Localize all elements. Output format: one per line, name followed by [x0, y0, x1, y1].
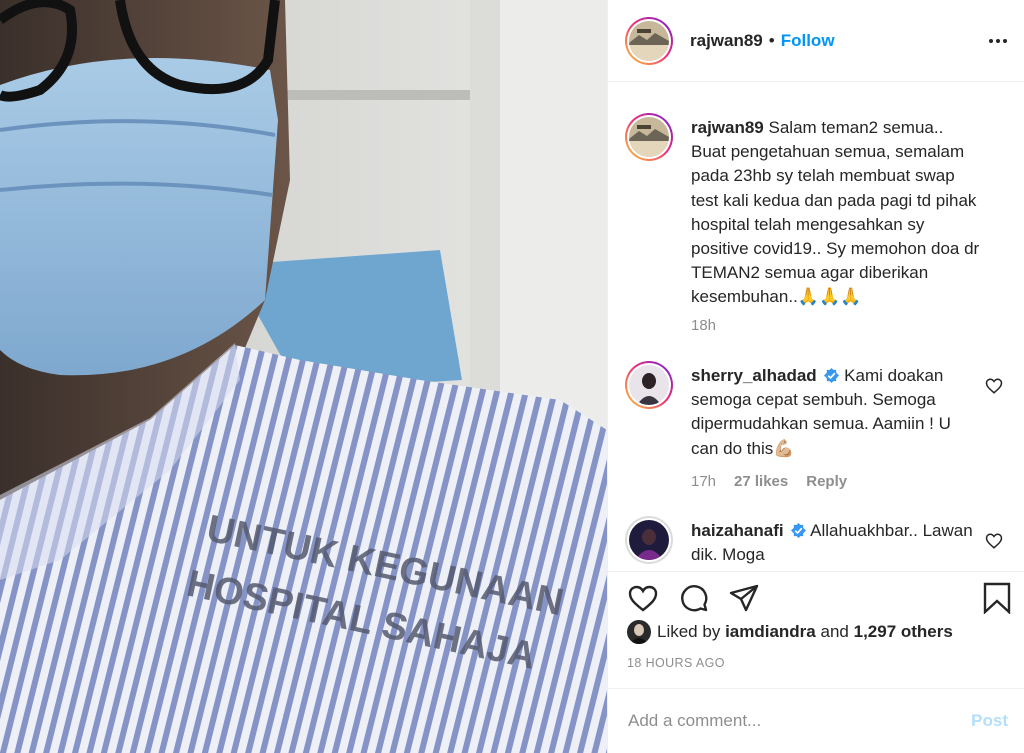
caption-text: Salam teman2 semua.. Buat pengetahuan se…	[691, 118, 980, 307]
verified-badge-icon	[791, 523, 807, 538]
likes-summary: Liked by iamdiandra and 1,297 others	[627, 620, 953, 644]
liker-avatar[interactable]	[627, 620, 651, 644]
caption-avatar[interactable]	[625, 113, 673, 161]
heart-icon[interactable]	[627, 582, 659, 614]
comment-meta: 17h 27 likes Reply	[691, 473, 847, 490]
likes-others[interactable]: 1,297 others	[854, 622, 953, 642]
post-actions	[608, 571, 1024, 621]
comment-like-heart-icon[interactable]	[985, 377, 1003, 395]
bookmark-icon[interactable]	[981, 582, 1013, 614]
comment-avatar-image	[629, 365, 669, 405]
comment-avatar[interactable]	[625, 516, 673, 564]
author-avatar[interactable]	[625, 16, 673, 65]
liker-username[interactable]: iamdiandra	[725, 622, 816, 642]
comment-body: haizahanafi Allahuakhbar.. Lawan dik. Mo…	[691, 519, 981, 567]
verified-badge-icon	[824, 368, 840, 383]
caption-time[interactable]: 18h	[691, 317, 716, 334]
caption-body: rajwan89 Salam teman2 semua.. Buat penge…	[691, 116, 981, 310]
comment-avatar-image	[629, 520, 669, 560]
reply-button[interactable]: Reply	[806, 473, 847, 490]
comments-list[interactable]: rajwan89 Salam teman2 semua.. Buat penge…	[608, 83, 1024, 571]
paper-plane-icon[interactable]	[728, 582, 760, 614]
comment-username[interactable]: sherry_alhadad	[691, 366, 817, 385]
comment-likes[interactable]: 27 likes	[734, 473, 788, 490]
author-avatar-image	[629, 20, 669, 61]
comment-time[interactable]: 17h	[691, 473, 716, 490]
add-comment-bar: Post	[608, 688, 1024, 753]
follow-button[interactable]: Follow	[781, 31, 835, 51]
comment-like-heart-icon[interactable]	[985, 532, 1003, 550]
comment-body: sherry_alhadad Kami doakan semoga cepat …	[691, 364, 981, 461]
post-timestamp[interactable]: 18 HOURS AGO	[627, 656, 725, 670]
comment-input[interactable]	[628, 711, 972, 731]
caption-avatar-image	[629, 117, 669, 157]
comment-avatar[interactable]	[625, 361, 673, 409]
comment-username[interactable]: haizahanafi	[691, 521, 784, 540]
post-comment-button[interactable]: Post	[971, 711, 1008, 731]
comment-icon[interactable]	[678, 582, 710, 614]
author-username[interactable]: rajwan89	[690, 31, 763, 51]
post-photo[interactable]: UNTUK KEGUNAAN HOSPITAL SAHAJA	[0, 0, 607, 753]
header-separator: •	[768, 30, 775, 50]
likes-joiner: and	[820, 622, 849, 641]
likes-prefix: Liked by	[657, 622, 721, 641]
more-horizontal-icon[interactable]	[987, 30, 1009, 52]
post-header: rajwan89 • Follow	[608, 0, 1024, 82]
caption-username[interactable]: rajwan89	[691, 118, 764, 137]
caption-meta: 18h	[691, 317, 716, 334]
post-side-panel: rajwan89 • Follow rajwan89 Salam teman2 …	[607, 0, 1024, 753]
